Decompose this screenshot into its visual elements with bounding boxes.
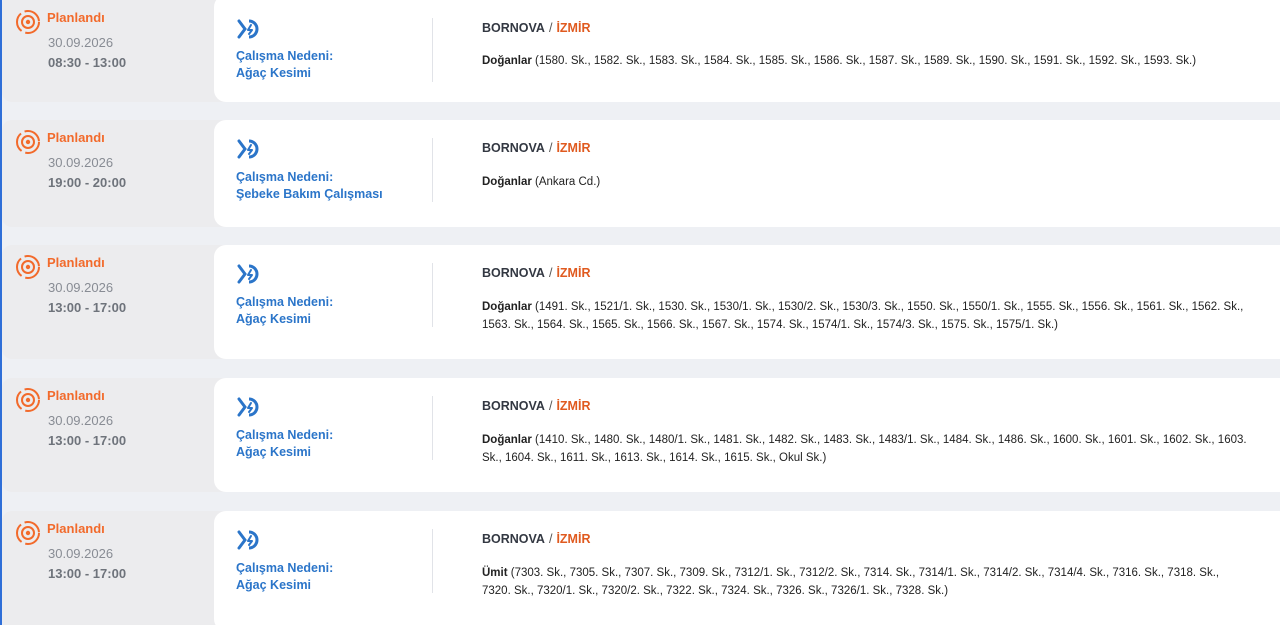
location: BORNOVA / İZMİR xyxy=(482,532,590,546)
reason-title: Çalışma Nedeni: xyxy=(236,170,334,184)
outage-time: 19:00 - 20:00 xyxy=(48,175,127,190)
divider xyxy=(432,18,433,82)
outage-detail-panel: Çalışma Nedeni: Ağaç Kesimi BORNOVA / İZMİ… xyxy=(214,378,1280,492)
neighborhood: Doğanlar xyxy=(482,301,532,313)
status-column: Planlandı 30.09.2026 13:00 - 17:00 xyxy=(2,511,214,625)
street-line: 7320. Sk., 7320/1. Sk., 7320/2. Sk., 732… xyxy=(482,585,949,597)
reason-value: Ağaç Kesimi xyxy=(236,578,312,592)
location-separator: / xyxy=(548,399,553,413)
outage-time: 13:00 - 17:00 xyxy=(48,300,127,315)
divider xyxy=(432,529,433,593)
affected-streets: Doğanlar (1491. Sk., 1521/1. Sk., 1530. … xyxy=(482,298,1280,334)
location-separator: / xyxy=(548,266,553,280)
reason-title: Çalışma Nedeni: xyxy=(236,295,334,309)
outage-date: 30.09.2026 xyxy=(48,155,114,170)
street-list: (1491. Sk., 1521/1. Sk., 1530. Sk., 1530… xyxy=(531,301,1244,313)
outage-detail-panel: Çalışma Nedeni: Ağaç Kesimi BORNOVA / İZMİ… xyxy=(214,245,1280,359)
location: BORNOVA / İZMİR xyxy=(482,266,590,280)
location: BORNOVA / İZMİR xyxy=(482,141,590,155)
maintenance-tool-icon xyxy=(237,264,259,284)
city: İZMİR xyxy=(556,141,591,155)
outage-date: 30.09.2026 xyxy=(48,546,114,561)
planned-status-icon xyxy=(16,130,40,154)
outage-date: 30.09.2026 xyxy=(48,280,114,295)
city: İZMİR xyxy=(556,266,591,280)
street-list: (1410. Sk., 1480. Sk., 1480/1. Sk., 1481… xyxy=(531,434,1247,446)
reason-title: Çalışma Nedeni: xyxy=(236,561,334,575)
neighborhood: Doğanlar xyxy=(482,55,532,67)
street-line: Doğanlar (1580. Sk., 1582. Sk., 1583. Sk… xyxy=(482,52,1280,70)
status-label: Planlandı xyxy=(47,130,105,145)
reason-value: Ağaç Kesimi xyxy=(236,312,312,326)
street-list: (Ankara Cd.) xyxy=(531,176,601,188)
street-line: Doğanlar (1491. Sk., 1521/1. Sk., 1530. … xyxy=(482,298,1280,316)
affected-streets: Doğanlar (Ankara Cd.) xyxy=(482,173,1280,191)
status-column: Planlandı 30.09.2026 13:00 - 17:00 xyxy=(2,245,214,359)
district: BORNOVA xyxy=(482,141,545,155)
status-label: Planlandı xyxy=(47,388,105,403)
reason-title: Çalışma Nedeni: xyxy=(236,49,334,63)
district: BORNOVA xyxy=(482,21,545,35)
affected-streets: Doğanlar (1410. Sk., 1480. Sk., 1480/1. … xyxy=(482,431,1280,467)
divider xyxy=(432,138,433,202)
location: BORNOVA / İZMİR xyxy=(482,399,590,413)
outage-detail-panel: Çalışma Nedeni: Ağaç Kesimi BORNOVA / İZMİ… xyxy=(214,0,1280,102)
planned-status-icon xyxy=(16,521,40,545)
outage-time: 08:30 - 13:00 xyxy=(48,55,127,70)
planned-status-icon xyxy=(16,255,40,279)
city: İZMİR xyxy=(556,21,591,35)
outage-card: Planlandı 30.09.2026 13:00 - 17:00 Çalış… xyxy=(2,378,1280,492)
outage-detail-panel: Çalışma Nedeni: Şebeke Bakım Çalışması B… xyxy=(214,120,1280,227)
outage-card: Planlandı 30.09.2026 13:00 - 17:00 Çalış… xyxy=(2,511,1280,625)
outage-card: Planlandı 30.09.2026 19:00 - 20:00 Çalış… xyxy=(2,120,1280,227)
street-line: Doğanlar (1410. Sk., 1480. Sk., 1480/1. … xyxy=(482,431,1280,449)
outage-date: 30.09.2026 xyxy=(48,35,114,50)
reason-value: Ağaç Kesimi xyxy=(236,66,312,80)
status-column: Planlandı 30.09.2026 13:00 - 17:00 xyxy=(2,378,214,492)
maintenance-tool-icon xyxy=(237,530,259,550)
divider xyxy=(432,263,433,327)
neighborhood: Ümit xyxy=(482,567,508,579)
status-column: Planlandı 30.09.2026 08:30 - 13:00 xyxy=(2,0,214,107)
divider xyxy=(432,396,433,460)
outage-card: Planlandı 30.09.2026 08:30 - 13:00 Çalış… xyxy=(2,0,1280,102)
street-line: Sk., 1604. Sk., 1611. Sk., 1613. Sk., 16… xyxy=(482,452,827,464)
status-label: Planlandı xyxy=(47,521,105,536)
status-label: Planlandı xyxy=(47,10,105,25)
maintenance-tool-icon xyxy=(237,19,259,39)
outage-detail-panel: Çalışma Nedeni: Ağaç Kesimi BORNOVA / İZMİ… xyxy=(214,511,1280,625)
neighborhood: Doğanlar xyxy=(482,434,532,446)
reason-value: Ağaç Kesimi xyxy=(236,445,312,459)
street-list: (7303. Sk., 7305. Sk., 7307. Sk., 7309. … xyxy=(507,567,1220,579)
district: BORNOVA xyxy=(482,532,545,546)
planned-status-icon xyxy=(16,10,40,34)
reason-title: Çalışma Nedeni: xyxy=(236,428,334,442)
neighborhood: Doğanlar xyxy=(482,176,532,188)
location-separator: / xyxy=(548,532,553,546)
district: BORNOVA xyxy=(482,399,545,413)
city: İZMİR xyxy=(556,532,591,546)
outage-time: 13:00 - 17:00 xyxy=(48,433,127,448)
affected-streets: Ümit (7303. Sk., 7305. Sk., 7307. Sk., 7… xyxy=(482,564,1280,600)
street-list: (1580. Sk., 1582. Sk., 1583. Sk., 1584. … xyxy=(531,55,1197,67)
reason-value: Şebeke Bakım Çalışması xyxy=(236,187,383,201)
status-label: Planlandı xyxy=(47,255,105,270)
maintenance-tool-icon xyxy=(237,397,259,417)
outage-date: 30.09.2026 xyxy=(48,413,114,428)
affected-streets: Doğanlar (1580. Sk., 1582. Sk., 1583. Sk… xyxy=(482,52,1280,70)
location-separator: / xyxy=(548,21,553,35)
street-line: Doğanlar (Ankara Cd.) xyxy=(482,173,1280,191)
district: BORNOVA xyxy=(482,266,545,280)
planned-status-icon xyxy=(16,388,40,412)
status-column: Planlandı 30.09.2026 19:00 - 20:00 xyxy=(2,120,214,227)
street-line: 1563. Sk., 1564. Sk., 1565. Sk., 1566. S… xyxy=(482,319,1058,331)
outage-time: 13:00 - 17:00 xyxy=(48,566,127,581)
outage-card: Planlandı 30.09.2026 13:00 - 17:00 Çalış… xyxy=(2,245,1280,359)
location: BORNOVA / İZMİR xyxy=(482,21,590,35)
city: İZMİR xyxy=(556,399,591,413)
maintenance-tool-icon xyxy=(237,139,259,159)
street-line: Ümit (7303. Sk., 7305. Sk., 7307. Sk., 7… xyxy=(482,564,1280,582)
location-separator: / xyxy=(548,141,553,155)
